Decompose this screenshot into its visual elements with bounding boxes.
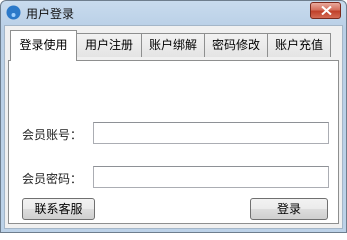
tab-register[interactable]: 用户注册 (76, 33, 142, 57)
tab-recharge[interactable]: 账户充值 (267, 33, 331, 57)
close-icon (321, 6, 332, 15)
login-button[interactable]: 登录 (250, 198, 328, 220)
login-window: 用户登录 登录使用 用户注册 账户绑解 密码修改 账户充值 会员账号： 会员密码… (0, 0, 347, 233)
client-area: 登录使用 用户注册 账户绑解 密码修改 账户充值 会员账号： 会员密码： 联系客… (4, 25, 343, 229)
tab-login[interactable]: 登录使用 (10, 30, 77, 61)
tab-account-binding[interactable]: 账户绑解 (141, 33, 205, 57)
login-panel: 会员账号： 会员密码： 联系客服 登录 (8, 60, 339, 224)
title-bar[interactable]: 用户登录 (1, 1, 346, 25)
window-title: 用户登录 (26, 7, 75, 21)
password-input[interactable] (93, 166, 329, 188)
tab-change-password[interactable]: 密码修改 (204, 33, 268, 57)
app-logo-icon (6, 5, 21, 20)
account-label: 会员账号： (22, 128, 83, 142)
close-button[interactable] (310, 2, 341, 19)
account-input[interactable] (93, 122, 329, 144)
contact-support-button[interactable]: 联系客服 (22, 198, 95, 220)
password-label: 会员密码： (22, 172, 83, 186)
